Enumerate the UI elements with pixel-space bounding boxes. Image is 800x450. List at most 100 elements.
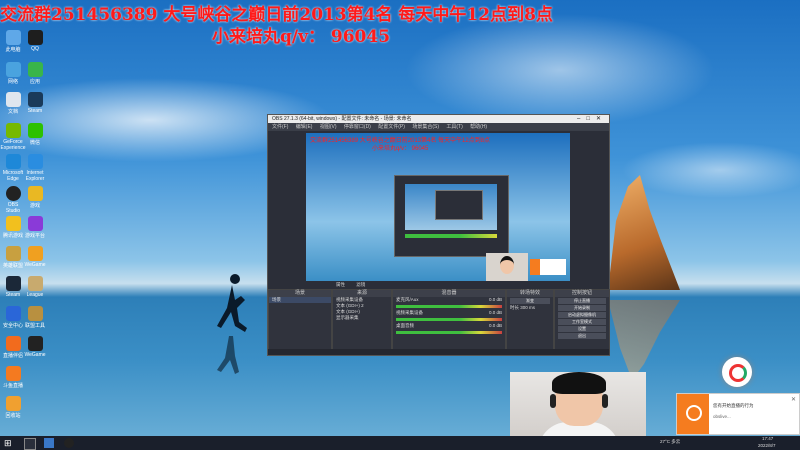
headphone-icon [550, 394, 556, 408]
qq-icon [27, 30, 43, 45]
obs-menubar: 文件(F) 编辑(E) 视图(V) 停靠窗口(D) 配置文件(P) 场景集合(S… [268, 123, 609, 131]
wechat-icon [27, 123, 43, 138]
desktop-icon[interactable]: 游戏平台 [22, 216, 48, 239]
desktop-icon[interactable]: WeGame [22, 336, 48, 358]
network-icon [5, 62, 21, 77]
filters-button[interactable]: 滤镜 [356, 282, 365, 287]
desktop-icon[interactable]: Steam [22, 92, 48, 114]
preview-banner-line2: 小来培丸q/v： 96045 [372, 146, 429, 152]
obs-icon [5, 186, 21, 201]
menu-help[interactable]: 帮助(H) [470, 124, 487, 130]
preview-webcam [486, 253, 528, 281]
recursive-mixer-meter [405, 234, 497, 238]
wegame-icon [27, 336, 43, 351]
menu-docks[interactable]: 停靠窗口(D) [344, 124, 371, 130]
notification-toast[interactable]: 您有开始直播的行为 obslive... ✕ [676, 393, 800, 435]
webcam-hair [552, 372, 606, 394]
transitions-header: 转场特效 [507, 290, 553, 297]
preview-webcam-face [500, 256, 514, 274]
headphone-icon [602, 394, 608, 408]
desktop-icon[interactable]: QQ [22, 30, 48, 52]
mixer-channel-name: 麦克风/Aux 0.0 dB [396, 297, 502, 302]
recursive-obs-preview [394, 175, 509, 257]
tencent-game-icon [5, 216, 21, 231]
controls-header: 控制按钮 [555, 290, 609, 297]
notification-title: 您有开始直播的行为 [713, 403, 754, 408]
search-icon[interactable] [24, 438, 36, 450]
sources-header: 来源 [333, 290, 391, 297]
window-controls[interactable]: –□✕ [577, 115, 607, 123]
settings-button[interactable]: 设置 [558, 326, 606, 332]
weather-widget[interactable]: 27°C 多云 [660, 439, 680, 445]
clock-date[interactable]: 2022/8/7 [758, 443, 776, 448]
app-icon [27, 62, 43, 77]
stop-streaming-button[interactable]: 停止直播 [558, 298, 606, 304]
preview-toolbar: 属性 滤镜 [306, 282, 570, 288]
clock-time[interactable]: 17:47 [762, 436, 773, 441]
ie-icon [27, 154, 43, 169]
shield-icon [5, 306, 21, 321]
mixer-volume-meter[interactable] [396, 305, 502, 308]
menu-edit[interactable]: 编辑(E) [296, 124, 313, 130]
properties-button[interactable]: 属性 [336, 282, 345, 287]
scenes-panel: 场景 场景 [268, 289, 332, 355]
document-icon [5, 92, 21, 107]
preview-notification [530, 259, 566, 275]
scene-item[interactable]: 场景 [269, 297, 331, 303]
runner-silhouette [217, 274, 247, 374]
desktop-icon[interactable]: 联盟工具 [22, 306, 48, 329]
transitions-panel: 转场特效 渐变 时长 300 ms [506, 289, 554, 355]
recycle-bin-icon [5, 396, 21, 411]
game-icon [27, 186, 43, 201]
desktop-icon[interactable]: 游戏 [22, 186, 48, 209]
live-companion-icon [5, 336, 21, 351]
mixer-channel-name: 桌面音频 0.0 dB [396, 323, 502, 328]
duration-label: 时长 [510, 305, 519, 310]
menu-file[interactable]: 文件(F) [272, 124, 288, 130]
stream-banner-line2: 小来培丸q/v： 96045 [212, 27, 391, 47]
obs-titlebar[interactable]: OBS 27.1.3 (64-bit, windows) - 配置文件: 未命名… [268, 115, 609, 123]
obs-title-text: OBS 27.1.3 (64-bit, windows) - 配置文件: 未命名… [272, 116, 412, 122]
obs-window[interactable]: OBS 27.1.3 (64-bit, windows) - 配置文件: 未命名… [267, 114, 610, 356]
mixer-channel-name: 视频采集设备 0.0 dB [396, 310, 502, 315]
source-item[interactable]: 显示器采集 [333, 315, 391, 321]
windows-start-icon[interactable]: ⊞ [4, 438, 14, 448]
desktop-icon[interactable]: 应用 [22, 62, 48, 85]
mixer-panel: 混音器 麦克风/Aux 0.0 dB 视频采集设备 0.0 dB 桌面音频 0.… [392, 289, 506, 355]
computer-icon [5, 30, 21, 45]
menu-view[interactable]: 视图(V) [320, 124, 337, 130]
league-client-icon [27, 276, 43, 291]
close-icon[interactable]: ✕ [791, 396, 796, 403]
taskview-icon[interactable] [44, 438, 54, 448]
mixer-volume-meter[interactable] [396, 331, 502, 334]
desktop-icon[interactable]: League [22, 276, 48, 298]
mixer-header: 混音器 [393, 290, 505, 297]
scenes-header: 场景 [269, 290, 331, 297]
virtual-camera-button[interactable]: 启动虚拟摄像机 [558, 312, 606, 318]
studio-mode-button[interactable]: 工作室模式 [558, 319, 606, 325]
start-recording-button[interactable]: 开始录制 [558, 305, 606, 311]
menu-scene-collection[interactable]: 场景集合(S) [412, 124, 439, 130]
desktop-icon[interactable]: WeGame [22, 246, 48, 268]
recursive-preview-window [435, 190, 483, 220]
controls-panel: 控制按钮 停止直播 开始录制 启动虚拟摄像机 工作室模式 设置 退出 [554, 289, 610, 355]
desktop-icon[interactable]: 微信 [22, 123, 48, 146]
obs-preview[interactable]: 交流群251456389 大号峡谷之巅日前2013第4名 每天中午12点到8点 … [306, 133, 570, 281]
transition-select[interactable]: 渐变 [510, 298, 550, 304]
desktop-icon[interactable]: Internet Explorer [22, 154, 48, 182]
duration-input[interactable]: 300 ms [520, 305, 535, 310]
notification-app-icon [677, 394, 709, 434]
nvidia-icon [5, 123, 21, 138]
desktop-icon[interactable]: 斗鱼直播 [0, 366, 26, 389]
tool-icon [27, 306, 43, 321]
menu-profile[interactable]: 配置文件(P) [378, 124, 405, 130]
steam-icon [5, 276, 21, 291]
edge-icon [5, 154, 21, 169]
menu-tools[interactable]: 工具(T) [446, 124, 462, 130]
desktop-icon[interactable]: 回收站 [0, 396, 26, 419]
steam-icon [27, 92, 43, 107]
assistant-icon[interactable] [722, 357, 752, 387]
exit-button[interactable]: 退出 [558, 333, 606, 339]
mixer-volume-meter[interactable] [396, 318, 502, 321]
obs-taskbar-icon[interactable] [64, 438, 74, 448]
